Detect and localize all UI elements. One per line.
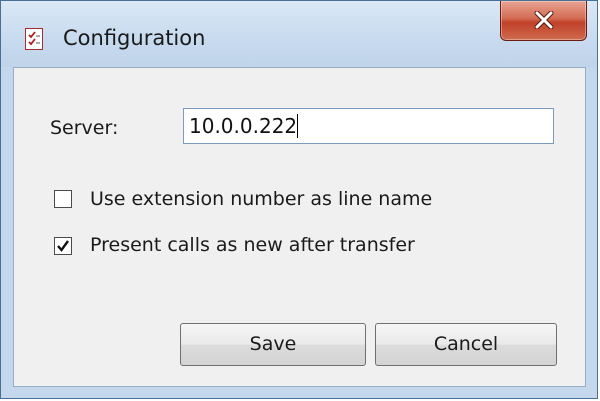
server-input-value: 10.0.0.222 xyxy=(189,114,298,138)
title-bar[interactable]: Configuration xyxy=(1,1,597,67)
present-calls-checkbox[interactable] xyxy=(54,237,72,255)
configuration-dialog: Configuration Server: 10.0.0.222 Use ext… xyxy=(0,0,598,399)
text-caret xyxy=(297,114,299,138)
use-extension-checkbox[interactable] xyxy=(54,190,72,208)
checkmark-icon xyxy=(57,240,69,252)
cancel-button[interactable]: Cancel xyxy=(375,323,557,366)
window-title: Configuration xyxy=(63,26,206,50)
present-calls-label[interactable]: Present calls as new after transfer xyxy=(90,234,415,256)
dialog-body: Server: 10.0.0.222 Use extension number … xyxy=(13,67,586,387)
server-input[interactable]: 10.0.0.222 xyxy=(183,108,554,144)
use-extension-label[interactable]: Use extension number as line name xyxy=(90,188,432,210)
checklist-icon xyxy=(25,28,43,50)
save-button[interactable]: Save xyxy=(180,323,366,366)
server-label: Server: xyxy=(50,117,119,139)
close-button[interactable] xyxy=(500,1,587,41)
close-icon xyxy=(534,11,554,29)
